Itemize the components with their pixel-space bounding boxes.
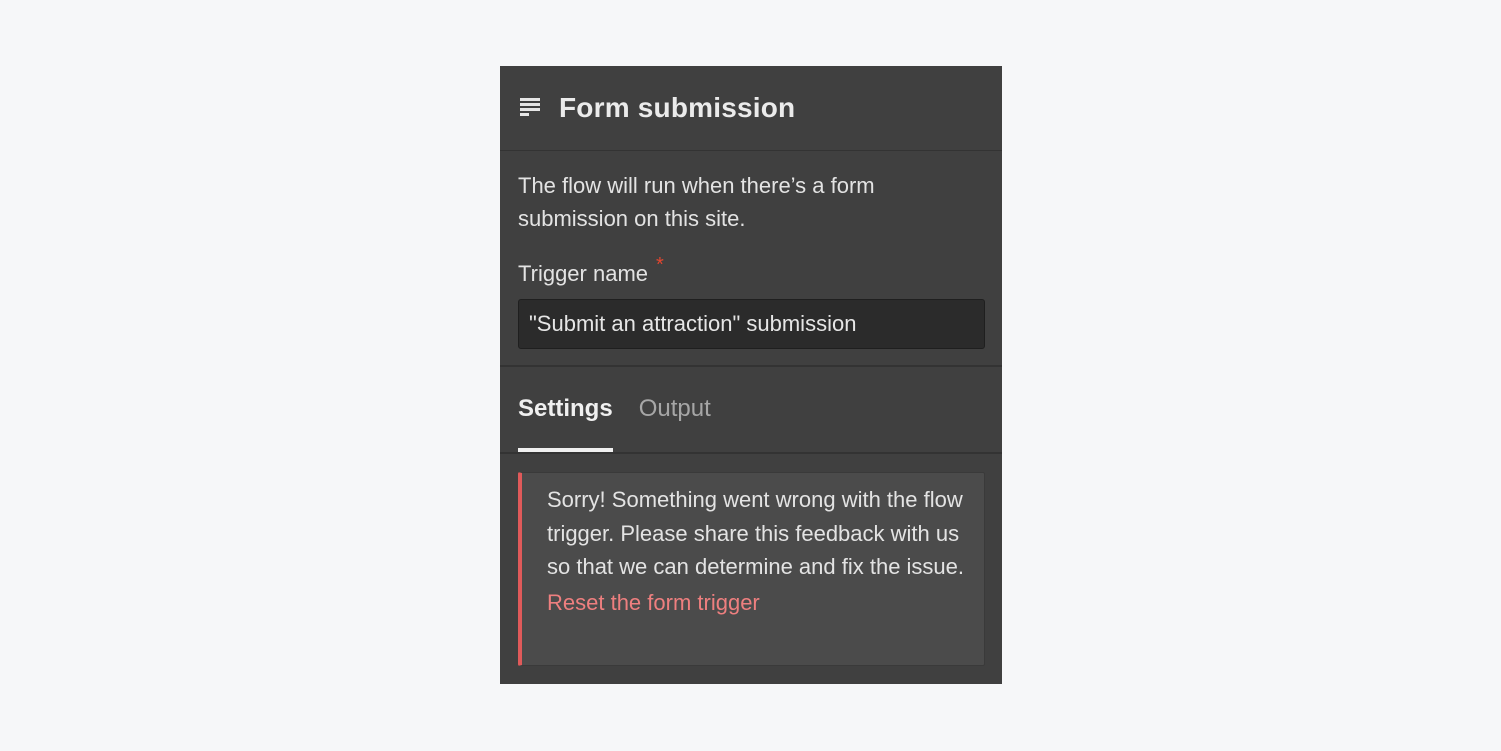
trigger-name-label: Trigger name *: [518, 254, 664, 287]
error-message: Sorry! Something went wrong with the flo…: [547, 487, 965, 579]
trigger-description: The flow will run when there’s a form su…: [518, 173, 875, 231]
required-marker: *: [656, 254, 664, 276]
form-icon: [519, 97, 541, 119]
reset-form-trigger-link[interactable]: Reset the form trigger: [547, 590, 972, 616]
tab-settings[interactable]: Settings: [518, 368, 613, 452]
panel-header: Form submission: [500, 66, 1002, 151]
form-submission-panel: Form submission The flow will run when t…: [500, 66, 1002, 684]
tab-output[interactable]: Output: [639, 368, 711, 452]
section-divider: [500, 365, 1002, 367]
tab-bar: Settings Output: [518, 368, 737, 452]
trigger-name-label-text: Trigger name: [518, 261, 649, 286]
tabs-divider: [500, 452, 1002, 454]
error-notice: Sorry! Something went wrong with the flo…: [518, 472, 985, 666]
trigger-name-input[interactable]: [518, 299, 985, 349]
panel-title: Form submission: [559, 92, 796, 123]
